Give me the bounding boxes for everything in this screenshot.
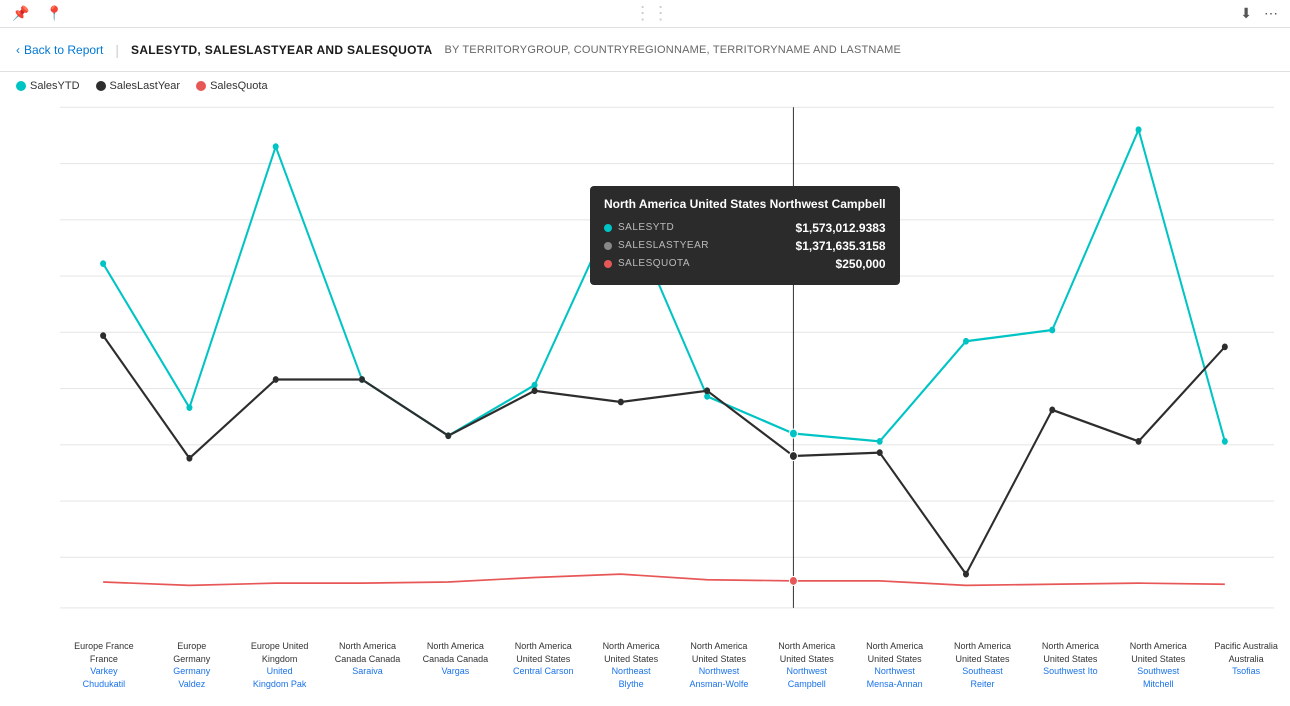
tooltip-value-salesquota: $250,000 <box>836 257 886 271</box>
datapoint-ly-10[interactable] <box>963 571 969 578</box>
legend-label-saleslastyear: SalesLastYear <box>110 80 181 92</box>
x-label-2: Europe United Kingdom United Kingdom Pak <box>236 640 324 690</box>
datapoint-ly-7[interactable] <box>704 387 710 394</box>
datapoint-ytd-9[interactable] <box>877 438 883 445</box>
header: ‹ Back to Report | SALESYTD, SALESLASTYE… <box>0 28 1290 72</box>
salesquota-line <box>103 574 1225 585</box>
legend-item-salesytd: SalesYTD <box>16 80 80 92</box>
tooltip-dot-saleslastyear <box>604 242 612 250</box>
chart-subtitle: BY TERRITORYGROUP, COUNTRYREGIONNAME, TE… <box>444 44 901 56</box>
datapoint-ly-8-active[interactable] <box>789 452 797 461</box>
datapoint-ytd-1[interactable] <box>186 404 192 411</box>
back-button[interactable]: ‹ Back to Report <box>16 43 103 57</box>
x-label-5: North America United States Central Cars… <box>499 640 587 678</box>
x-label-10: North America United States Southeast Re… <box>939 640 1027 690</box>
pin-icon[interactable]: 📌 <box>12 5 29 22</box>
back-arrow-icon: ‹ <box>16 43 20 57</box>
datapoint-ly-11[interactable] <box>1049 407 1055 414</box>
datapoint-ly-2[interactable] <box>273 376 279 383</box>
datapoint-ytd-8-active[interactable] <box>789 429 797 438</box>
legend: SalesYTD SalesLastYear SalesQuota <box>0 72 1290 96</box>
datapoint-ytd-11[interactable] <box>1049 327 1055 334</box>
tooltip-label-salesquota: SALESQUOTA <box>618 258 830 269</box>
datapoint-ly-5[interactable] <box>532 387 538 394</box>
datapoint-ytd-13[interactable] <box>1222 438 1228 445</box>
unpin-icon[interactable]: 📍 <box>45 5 62 22</box>
x-label-13: Pacific Australia Australia Tsofias <box>1202 640 1290 678</box>
datapoint-ly-9[interactable] <box>877 449 883 456</box>
x-label-7: North America United States Northwest An… <box>675 640 763 690</box>
separator: ⋮⋮ <box>634 3 670 24</box>
top-bar: 📌 📍 ⋮⋮ ⬇ ⋯ <box>0 0 1290 28</box>
legend-dot-saleslastyear <box>96 81 106 91</box>
x-label-3: North America Canada Canada Saraiva <box>324 640 412 678</box>
tooltip-dot-salesytd <box>604 224 612 232</box>
datapoint-ytd-12[interactable] <box>1136 126 1142 133</box>
tooltip-row-salesytd: SALESYTD $1,573,012.9383 <box>604 221 886 235</box>
datapoint-ly-1[interactable] <box>186 455 192 462</box>
tooltip-value-salesytd: $1,573,012.9383 <box>796 221 886 235</box>
tooltip-title: North America United States Northwest Ca… <box>604 196 886 213</box>
x-label-12: North America United States Southwest Mi… <box>1114 640 1202 690</box>
datapoint-ly-6[interactable] <box>618 399 624 406</box>
salesytd-line <box>103 130 1225 442</box>
legend-label-salesquota: SalesQuota <box>210 80 267 92</box>
tooltip-row-salesquota: SALESQUOTA $250,000 <box>604 257 886 271</box>
tooltip-value-saleslastyear: $1,371,635.3158 <box>796 239 886 253</box>
chart-container[interactable]: $4.5M $4.0M $3.5M $3.0M $2.5M $2.0M $1.5… <box>0 96 1290 636</box>
x-label-11: North America United States Southwest It… <box>1026 640 1114 678</box>
datapoint-ly-3[interactable] <box>359 376 365 383</box>
legend-dot-salesytd <box>16 81 26 91</box>
x-label-9: North America United States Northwest Me… <box>851 640 939 690</box>
x-label-6: North America United States Northeast Bl… <box>587 640 675 690</box>
datapoint-ly-0[interactable] <box>100 332 106 339</box>
more-icon[interactable]: ⋯ <box>1264 5 1278 22</box>
x-axis-labels: Europe France France Varkey Chudukatil E… <box>0 636 1290 706</box>
download-icon[interactable]: ⬇ <box>1240 5 1252 22</box>
legend-label-salesytd: SalesYTD <box>30 80 80 92</box>
x-label-8: North America United States Northwest Ca… <box>763 640 851 690</box>
tooltip: North America United States Northwest Ca… <box>590 186 900 285</box>
legend-dot-salesquota <box>196 81 206 91</box>
datapoint-ly-4[interactable] <box>445 432 451 439</box>
legend-item-salesquota: SalesQuota <box>196 80 267 92</box>
saleslastyear-line <box>103 336 1225 575</box>
top-bar-left: 📌 📍 <box>12 5 63 22</box>
legend-item-saleslastyear: SalesLastYear <box>96 80 181 92</box>
datapoint-q-8-active[interactable] <box>789 576 797 585</box>
tooltip-row-saleslastyear: SALESLASTYEAR $1,371,635.3158 <box>604 239 886 253</box>
x-label-1: Europe Germany Germany Valdez <box>148 640 236 690</box>
datapoint-ly-13[interactable] <box>1222 344 1228 351</box>
datapoint-ytd-0[interactable] <box>100 260 106 267</box>
x-label-0: Europe France France Varkey Chudukatil <box>60 640 148 690</box>
x-label-4: North America Canada Canada Vargas <box>411 640 499 678</box>
datapoint-ytd-10[interactable] <box>963 338 969 345</box>
back-label: Back to Report <box>24 43 103 57</box>
chart-title: SALESYTD, SALESLASTYEAR AND SALESQUOTA <box>131 43 432 57</box>
datapoint-ytd-2[interactable] <box>273 143 279 150</box>
chart-svg: $4.5M $4.0M $3.5M $3.0M $2.5M $2.0M $1.5… <box>60 96 1274 636</box>
datapoint-ly-12[interactable] <box>1136 438 1142 445</box>
tooltip-label-salesytd: SALESYTD <box>618 222 790 233</box>
tooltip-label-saleslastyear: SALESLASTYEAR <box>618 240 790 251</box>
top-bar-right: ⬇ ⋯ <box>1240 5 1278 22</box>
divider: | <box>115 42 119 58</box>
tooltip-dot-salesquota <box>604 260 612 268</box>
